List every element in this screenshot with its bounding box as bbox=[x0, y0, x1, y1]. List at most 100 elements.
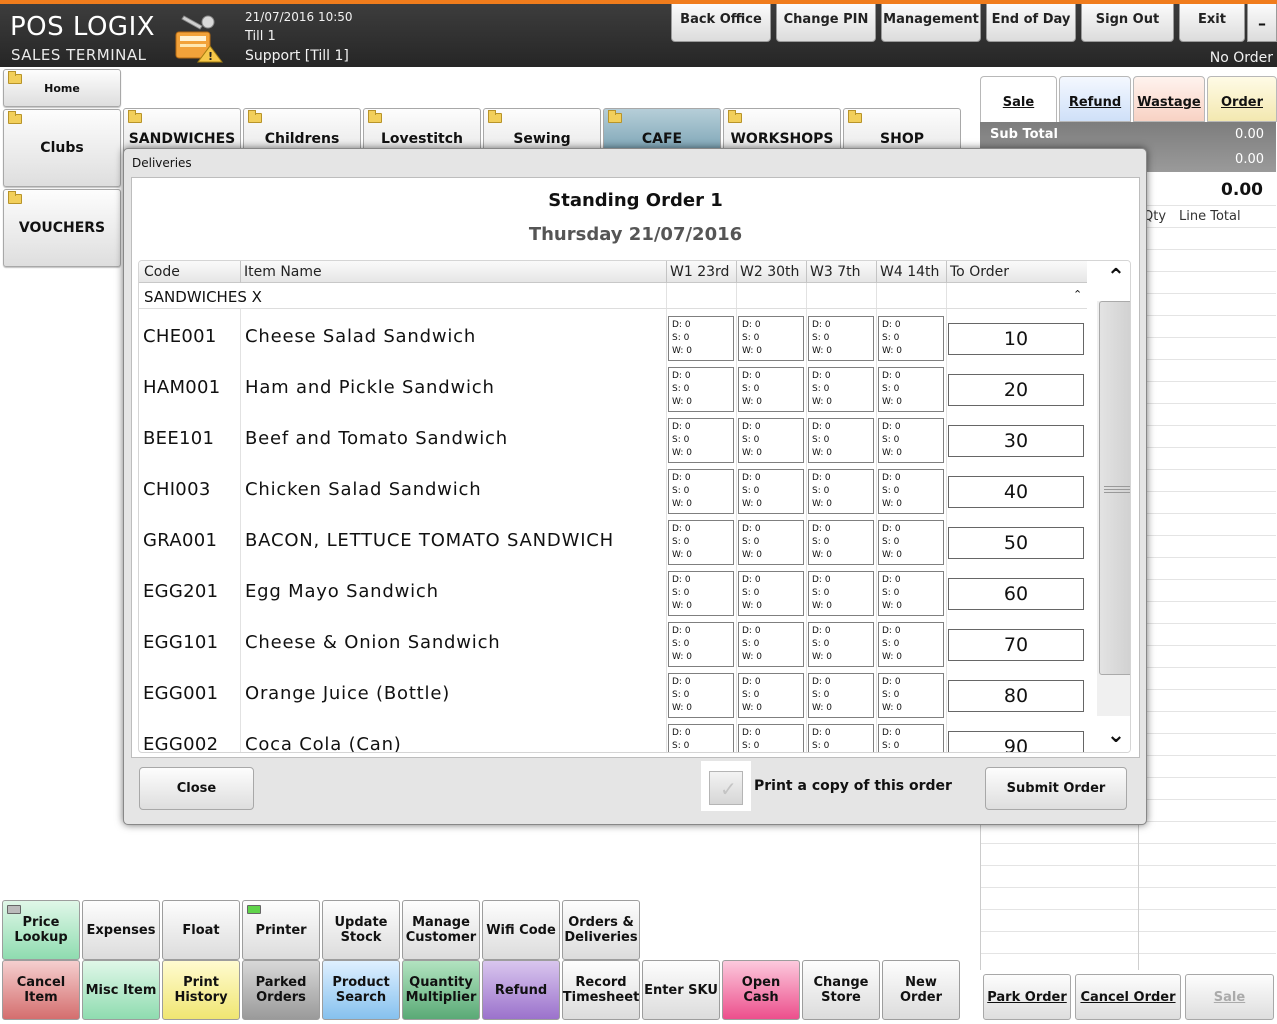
group-home-button[interactable]: Home bbox=[3, 69, 121, 107]
week-4-cell[interactable]: D: 0S: 0W: 0 bbox=[878, 622, 944, 667]
misc-item-button[interactable]: Misc Item bbox=[82, 960, 160, 1020]
week-4-cell[interactable]: D: 0S: 0W: 0 bbox=[878, 469, 944, 514]
week-1-cell[interactable]: D: 0S: 0W: 0 bbox=[668, 622, 734, 667]
wastage-count: W: 0 bbox=[742, 550, 762, 560]
chevron-up-icon[interactable]: ⌃ bbox=[1101, 265, 1130, 295]
record-timesheet-button[interactable]: Record Timesheet bbox=[562, 960, 640, 1020]
to-order-input[interactable]: 80 bbox=[948, 680, 1084, 712]
sign-out-button[interactable]: Sign Out bbox=[1081, 4, 1174, 42]
tab-sale[interactable]: Sale bbox=[980, 76, 1057, 122]
tab-wastage[interactable]: Wastage bbox=[1133, 76, 1205, 122]
till-settings-icon[interactable]: ! bbox=[170, 10, 226, 64]
print-copy-label[interactable]: Print a copy of this order bbox=[754, 778, 952, 794]
to-order-input[interactable]: 20 bbox=[948, 374, 1084, 406]
printer-button[interactable]: Printer bbox=[242, 900, 320, 960]
week-2-cell[interactable]: D: 0S: 0W: 0 bbox=[738, 367, 804, 412]
week-3-cell[interactable]: D: 0S: 0W: 0 bbox=[808, 571, 874, 616]
group-clubs-button[interactable]: Clubs bbox=[3, 109, 121, 187]
week-4-cell[interactable]: D: 0S: 0W: 0 bbox=[878, 367, 944, 412]
to-order-input[interactable]: 40 bbox=[948, 476, 1084, 508]
print-copy-checkbox-wrapper[interactable]: ✓ bbox=[701, 761, 751, 811]
week-1-cell[interactable]: D: 0S: 0W: 0 bbox=[668, 520, 734, 565]
button-label: Refund bbox=[494, 982, 548, 998]
float-button[interactable]: Float bbox=[162, 900, 240, 960]
group-header-row[interactable]: SANDWICHES X ⌃ bbox=[139, 283, 1087, 309]
to-order-input[interactable]: 30 bbox=[948, 425, 1084, 457]
wifi-code-button[interactable]: Wifi Code bbox=[482, 900, 560, 960]
week-4-cell[interactable]: D: 0S: 0W: 0 bbox=[878, 673, 944, 718]
change-pin-button[interactable]: Change PIN bbox=[776, 4, 876, 42]
park-order-button[interactable]: Park Order bbox=[983, 974, 1071, 1020]
management-button[interactable]: Management bbox=[881, 4, 981, 42]
week-1-cell[interactable]: D: 0S: 0W: 0 bbox=[668, 724, 734, 752]
product-search-button[interactable]: Product Search bbox=[322, 960, 400, 1020]
week-4-cell[interactable]: D: 0S: 0W: 0 bbox=[878, 418, 944, 463]
week-2-cell[interactable]: D: 0S: 0W: 0 bbox=[738, 571, 804, 616]
print-copy-checkbox[interactable]: ✓ bbox=[709, 771, 743, 805]
minimize-button[interactable]: – bbox=[1247, 4, 1277, 42]
week-3-cell[interactable]: D: 0S: 0W: 0 bbox=[808, 673, 874, 718]
wastage-count: W: 0 bbox=[742, 346, 762, 356]
subtotal-value: 0.00 bbox=[1235, 127, 1264, 142]
new-order-button[interactable]: New Order bbox=[882, 960, 960, 1020]
orders-deliveries-button[interactable]: Orders & Deliveries bbox=[562, 900, 640, 960]
refund-button[interactable]: Refund bbox=[482, 960, 560, 1020]
week-1-cell[interactable]: D: 0S: 0W: 0 bbox=[668, 418, 734, 463]
back-office-button[interactable]: Back Office bbox=[671, 4, 771, 42]
week-2-cell[interactable]: D: 0S: 0W: 0 bbox=[738, 418, 804, 463]
scroll-track[interactable] bbox=[1097, 301, 1130, 716]
group-vouchers-button[interactable]: VOUCHERS bbox=[3, 189, 121, 267]
print-history-button[interactable]: Print History bbox=[162, 960, 240, 1020]
week-3-cell[interactable]: D: 0S: 0W: 0 bbox=[808, 520, 874, 565]
week-3-cell[interactable]: D: 0S: 0W: 0 bbox=[808, 316, 874, 361]
week-1-cell[interactable]: D: 0S: 0W: 0 bbox=[668, 316, 734, 361]
week-4-cell[interactable]: D: 0S: 0W: 0 bbox=[878, 316, 944, 361]
week-2-cell[interactable]: D: 0S: 0W: 0 bbox=[738, 520, 804, 565]
week-4-cell[interactable]: D: 0S: 0W: 0 bbox=[878, 724, 944, 752]
tab-order[interactable]: Order bbox=[1207, 76, 1277, 122]
to-order-input[interactable]: 60 bbox=[948, 578, 1084, 610]
enter-sku-button[interactable]: Enter SKU bbox=[642, 960, 720, 1020]
parked-orders-button[interactable]: Parked Orders bbox=[242, 960, 320, 1020]
week-3-cell[interactable]: D: 0S: 0W: 0 bbox=[808, 622, 874, 667]
submit-order-button[interactable]: Submit Order bbox=[985, 767, 1127, 810]
to-order-input[interactable]: 10 bbox=[948, 323, 1084, 355]
open-cash-button[interactable]: Open Cash bbox=[722, 960, 800, 1020]
quantity-multiplier-button[interactable]: Quantity Multiplier bbox=[402, 960, 480, 1020]
collapse-caret-icon[interactable]: ⌃ bbox=[1073, 288, 1082, 301]
week-2-cell[interactable]: D: 0S: 0W: 0 bbox=[738, 673, 804, 718]
cancel-item-button[interactable]: Cancel Item bbox=[2, 960, 80, 1020]
exit-button[interactable]: Exit bbox=[1179, 4, 1245, 42]
week-2-cell[interactable]: D: 0S: 0W: 0 bbox=[738, 622, 804, 667]
expenses-button[interactable]: Expenses bbox=[82, 900, 160, 960]
update-stock-button[interactable]: Update Stock bbox=[322, 900, 400, 960]
to-order-input[interactable]: 70 bbox=[948, 629, 1084, 661]
manage-customer-button[interactable]: Manage Customer bbox=[402, 900, 480, 960]
week-4-cell[interactable]: D: 0S: 0W: 0 bbox=[878, 571, 944, 616]
end-of-day-button[interactable]: End of Day bbox=[986, 4, 1076, 42]
scroll-thumb[interactable] bbox=[1099, 301, 1130, 675]
price-lookup-button[interactable]: Price Lookup bbox=[2, 900, 80, 960]
week-3-cell[interactable]: D: 0S: 0W: 0 bbox=[808, 418, 874, 463]
week-3-cell[interactable]: D: 0S: 0W: 0 bbox=[808, 367, 874, 412]
to-order-input[interactable]: 90 bbox=[948, 731, 1084, 752]
chevron-down-icon[interactable]: ⌄ bbox=[1101, 723, 1130, 752]
week-1-cell[interactable]: D: 0S: 0W: 0 bbox=[668, 469, 734, 514]
table-scrollbar[interactable]: ⌃ ⌄ bbox=[1095, 261, 1130, 752]
tab-refund[interactable]: Refund bbox=[1059, 76, 1131, 122]
week-1-cell[interactable]: D: 0S: 0W: 0 bbox=[668, 673, 734, 718]
close-button[interactable]: Close bbox=[139, 767, 254, 810]
week-2-cell[interactable]: D: 0S: 0W: 0 bbox=[738, 469, 804, 514]
week-3-cell[interactable]: D: 0S: 0W: 0 bbox=[808, 469, 874, 514]
week-1-cell[interactable]: D: 0S: 0W: 0 bbox=[668, 367, 734, 412]
week-2-cell[interactable]: D: 0S: 0W: 0 bbox=[738, 724, 804, 752]
sale-button[interactable]: Sale bbox=[1185, 974, 1274, 1020]
to-order-input[interactable]: 50 bbox=[948, 527, 1084, 559]
week-1-cell[interactable]: D: 0S: 0W: 0 bbox=[668, 571, 734, 616]
cancel-order-button[interactable]: Cancel Order bbox=[1075, 974, 1181, 1020]
week-2-cell[interactable]: D: 0S: 0W: 0 bbox=[738, 316, 804, 361]
header-bar: POS LOGIX SALES TERMINAL ! 21/07/2016 10… bbox=[0, 0, 1277, 67]
week-4-cell[interactable]: D: 0S: 0W: 0 bbox=[878, 520, 944, 565]
week-3-cell[interactable]: D: 0S: 0W: 0 bbox=[808, 724, 874, 752]
change-store-button[interactable]: Change Store bbox=[802, 960, 880, 1020]
